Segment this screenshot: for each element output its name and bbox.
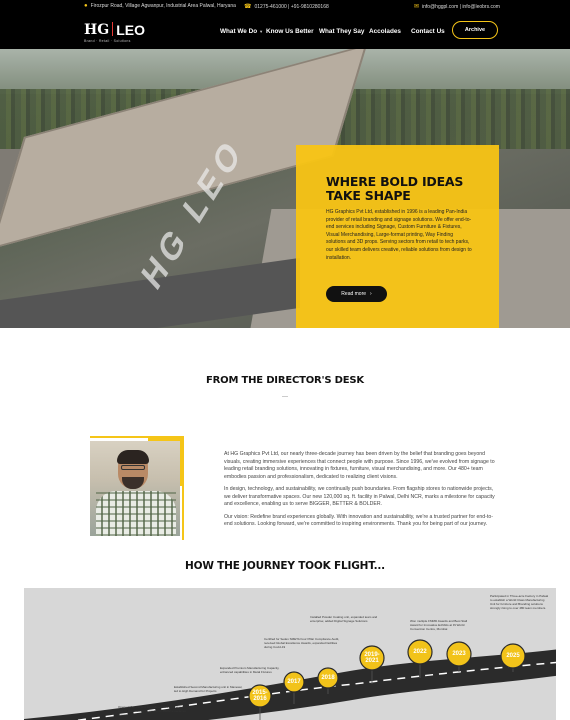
director-paragraph: At HG Graphics Pvt Ltd, our nearly three… <box>224 451 495 480</box>
hero-description: HG Graphics Pvt Ltd, established in 1996… <box>326 209 472 261</box>
chevron-right-icon: › <box>370 291 372 297</box>
main-navbar: HG LEO Brand · Retail · Solutions What W… <box>0 12 570 49</box>
milestone-note: Won multiple FMMD Awards and Best Stall … <box>410 619 468 631</box>
top-info-bar: ● Firozpur Road, Village Agwanpur, Indus… <box>0 0 570 12</box>
logo-hg: HG <box>84 22 110 38</box>
milestone-note: Expanded Premium Manufacturing Capacity,… <box>220 666 280 674</box>
address-text: Firozpur Road, Village Agwanpur, Industr… <box>90 3 236 9</box>
hero-callout-box: WHERE BOLD IDEAS TAKE SHAPE HG Graphics … <box>296 145 499 328</box>
address-info: ● Firozpur Road, Village Agwanpur, Indus… <box>84 3 236 9</box>
email-text[interactable]: info@hggpl.com | info@leobrs.com <box>422 4 500 10</box>
logo-leo: LEO <box>116 22 145 38</box>
milestone-note: Participated in Three-acre Factory in Pa… <box>490 594 549 610</box>
milestone-note: Established Second Manufacturing unit in… <box>174 685 243 693</box>
nav-item-label: Contact Us <box>411 28 445 35</box>
milestone-note: Installed Powder Coating unit, expanded … <box>310 615 378 623</box>
milestone-pin-2025[interactable]: 2025 <box>501 653 525 659</box>
logo-divider <box>112 22 114 36</box>
phone-text[interactable]: 01275-461000 | +91-9810280168 <box>254 4 328 10</box>
director-photo <box>90 441 180 536</box>
nav-item-accolades[interactable]: Accolades <box>369 28 401 35</box>
photo-beard <box>122 477 144 489</box>
nav-item-label: Accolades <box>369 28 401 35</box>
journey-section-title: HOW THE JOURNEY TOOK FLIGHT... <box>185 560 385 572</box>
hero-section: HG LEO WHERE BOLD IDEAS TAKE SHAPE HG Gr… <box>0 49 570 328</box>
director-paragraph: Our vision: Redefine brand experiences g… <box>224 513 493 528</box>
milestone-pin-2019[interactable]: 2019- 2021 <box>360 652 384 664</box>
phone-icon: ☎ <box>244 4 252 10</box>
email-info[interactable]: ✉ info@hggpl.com | info@leobrs.com <box>414 3 500 11</box>
phone-info[interactable]: ☎ 01275-461000 | +91-9810280168 <box>244 3 329 11</box>
hero-heading-line-1: WHERE BOLD IDEAS <box>326 174 464 189</box>
nav-item-label: What They Say <box>319 28 365 35</box>
nav-item-know-us-better[interactable]: Know Us Better <box>266 28 314 35</box>
mail-icon: ✉ <box>414 4 420 10</box>
nav-item-what-we-do[interactable]: What We Do ▼ <box>220 28 263 35</box>
read-more-label: Read more <box>341 291 367 297</box>
milestone-year: 2016 <box>253 696 267 702</box>
location-pin-icon: ● <box>84 3 88 9</box>
journey-timeline: 2015- 2016 2017 2018 2019- 2021 2022 202… <box>24 588 556 720</box>
archive-button[interactable]: Archive <box>452 21 498 39</box>
director-paragraph: In design, technology, and sustainabilit… <box>224 486 495 507</box>
milestone-pin-2018[interactable]: 2018 <box>316 675 340 681</box>
milestone-note: Certified for Sedex SMETA Four Pillar Co… <box>264 637 340 649</box>
director-message: At HG Graphics Pvt Ltd, our nearly three… <box>224 451 499 534</box>
director-photo-frame <box>90 436 185 540</box>
hero-heading-line-2: TAKE SHAPE <box>326 188 411 203</box>
milestone-pin-2015[interactable]: 2015- 2016 <box>248 690 272 702</box>
photo-hair <box>117 450 149 464</box>
milestone-pin-2022[interactable]: 2022 <box>408 649 432 655</box>
milestone-pin-2017[interactable]: 2017 <box>282 679 306 685</box>
photo-shirt <box>96 491 176 536</box>
site-logo[interactable]: HG LEO Brand · Retail · Solutions <box>84 22 145 43</box>
nav-item-what-they-say[interactable]: What They Say <box>319 28 364 35</box>
milestone-note: Opened Mumbai and Bangalore offices; rec… <box>118 705 186 717</box>
chevron-down-icon: ▼ <box>259 29 264 34</box>
milestone-year: 2021 <box>365 658 379 664</box>
read-more-button[interactable]: Read more › <box>326 286 387 302</box>
logo-tagline: Brand · Retail · Solutions <box>84 39 131 43</box>
timeline-road <box>24 639 556 720</box>
hero-heading: WHERE BOLD IDEAS TAKE SHAPE <box>326 175 486 203</box>
nav-item-contact-us[interactable]: Contact Us <box>411 28 445 35</box>
nav-item-label: Know Us Better <box>266 28 314 35</box>
title-underline <box>282 396 288 397</box>
nav-item-label: What We Do <box>220 28 258 35</box>
milestone-pin-2023[interactable]: 2023 <box>447 651 471 657</box>
photo-glasses <box>121 465 145 470</box>
director-section-title: FROM THE DIRECTOR'S DESK <box>206 375 364 386</box>
